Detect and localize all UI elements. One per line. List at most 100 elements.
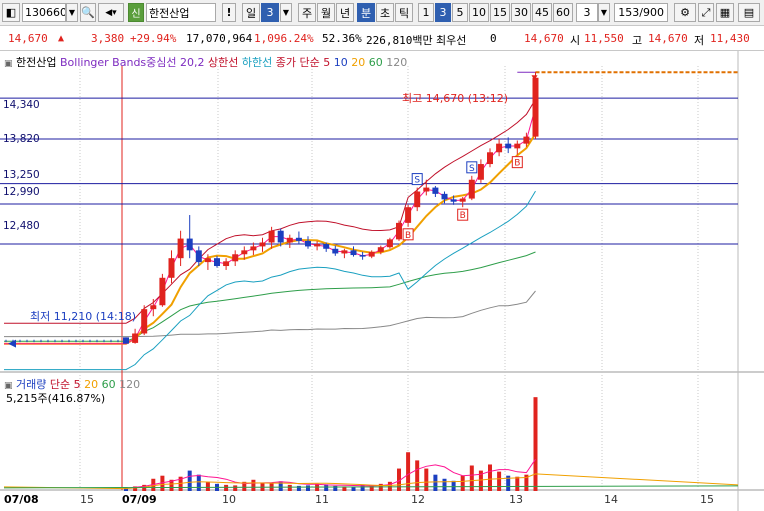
volume-bar bbox=[205, 481, 210, 491]
candle-body bbox=[186, 238, 193, 251]
chart-count-input[interactable]: 3 bbox=[576, 3, 598, 22]
volume-bar bbox=[233, 485, 238, 491]
stock-name-field[interactable]: 한전산업 bbox=[146, 3, 216, 22]
chart-type-icon[interactable]: ▦ bbox=[716, 3, 734, 22]
candle-body bbox=[241, 250, 248, 255]
interval-45-button[interactable]: 45 bbox=[532, 3, 552, 22]
paging-field[interactable]: 153/900 bbox=[614, 3, 668, 22]
candle-body bbox=[286, 237, 293, 243]
candle-body bbox=[341, 250, 348, 254]
period-dropdown-icon[interactable]: ▼ bbox=[280, 3, 292, 22]
candle-body bbox=[487, 152, 493, 165]
search-icon[interactable]: 🔍 bbox=[80, 3, 96, 22]
period-day-button[interactable]: 일 bbox=[242, 3, 260, 22]
candle-body bbox=[377, 247, 384, 252]
level-label-3: 13,250 bbox=[3, 169, 40, 181]
window-settings-icon[interactable]: ▤ bbox=[738, 3, 760, 22]
interval-30-button[interactable]: 30 bbox=[511, 3, 531, 22]
candle-body bbox=[532, 77, 539, 137]
x-label-12: 12 bbox=[411, 493, 425, 506]
volume-current: 5,215주(416.87%) bbox=[6, 392, 106, 405]
legend-ma60: 60 bbox=[368, 56, 383, 69]
interval-1-button[interactable]: 1 bbox=[418, 3, 434, 22]
interval-60-button[interactable]: 60 bbox=[553, 3, 573, 22]
period-count-field[interactable]: 3 bbox=[261, 3, 279, 22]
legend-ma20: 20 bbox=[351, 56, 366, 69]
candle-body bbox=[414, 191, 421, 208]
candle-body bbox=[177, 238, 184, 259]
volume-bar bbox=[469, 465, 474, 491]
level-label-1: 14,340 bbox=[3, 99, 40, 111]
interval-3-button[interactable]: 3 bbox=[435, 3, 451, 22]
low-price: 11,430 bbox=[710, 32, 750, 45]
x-label-11: 11 bbox=[315, 493, 329, 506]
indicator-settings-icon[interactable]: ⚙ bbox=[674, 3, 696, 22]
candle-body bbox=[259, 242, 266, 247]
open-price: 11,550 bbox=[584, 32, 624, 45]
period-week-button[interactable]: 주 bbox=[298, 3, 316, 22]
x-label-0708: 07/08 bbox=[4, 493, 39, 506]
count-dropdown-icon[interactable]: ▼ bbox=[598, 3, 610, 22]
candle-body bbox=[450, 199, 457, 202]
candle-body bbox=[332, 248, 339, 254]
toolbar: ◧ 130660 ▼ 🔍 ◀▾ 신 한전산업 ! 일 3 ▼ 주 월 년 분 초… bbox=[0, 0, 764, 26]
period-second-button[interactable]: 초 bbox=[376, 3, 394, 22]
level-label-2: 13,820 bbox=[3, 133, 40, 145]
quote-bar: 14,670 ▲ 3,380 +29.94% 17,070,964 1,096.… bbox=[0, 27, 764, 51]
price-legend: ▣ 한전산업 Bollinger Bands중심선 20,2 상한선 하한선 종… bbox=[4, 54, 407, 70]
candle-body bbox=[132, 333, 139, 343]
level-label-5: 12,480 bbox=[3, 220, 40, 232]
chart-drawing-icon[interactable]: ⤢ bbox=[698, 3, 714, 22]
candle-body bbox=[350, 250, 357, 256]
warning-button[interactable]: ! bbox=[222, 3, 236, 22]
turnover-ratio: 52.36% bbox=[322, 32, 362, 45]
signal-text: B bbox=[405, 231, 411, 241]
candle-body bbox=[459, 198, 466, 202]
high-label: 고 bbox=[632, 34, 643, 47]
volume-bar bbox=[497, 471, 502, 491]
candle-body bbox=[214, 258, 220, 267]
volume-bar bbox=[433, 474, 438, 491]
signal-text: B bbox=[514, 159, 520, 169]
signal-text: S bbox=[469, 164, 475, 174]
high-annotation: 최고 14,670 (13:12) bbox=[402, 92, 509, 105]
stock-code-input[interactable]: 130660 bbox=[22, 3, 66, 22]
interval-5-button[interactable]: 5 bbox=[452, 3, 468, 22]
candle-body bbox=[268, 230, 275, 243]
period-month-button[interactable]: 월 bbox=[317, 3, 335, 22]
period-tick-button[interactable]: 틱 bbox=[395, 3, 413, 22]
candle-body bbox=[232, 254, 239, 262]
best-bid-value: 0 bbox=[490, 32, 497, 45]
candle-body bbox=[204, 258, 211, 263]
candle-body bbox=[468, 179, 475, 199]
candle-body bbox=[496, 143, 503, 153]
price-change-pct: +29.94% bbox=[130, 32, 177, 45]
interval-10-button[interactable]: 10 bbox=[469, 3, 489, 22]
price-change: 3,380 bbox=[91, 32, 125, 45]
signal-text: B bbox=[460, 211, 466, 221]
volume-ma120: 120 bbox=[119, 378, 141, 391]
candle-body bbox=[477, 164, 484, 180]
trade-amount: 226,810백만 bbox=[366, 34, 433, 47]
candle-body bbox=[159, 277, 166, 306]
legend-ma10: 10 bbox=[333, 56, 348, 69]
candle-body bbox=[514, 143, 521, 149]
candle-body bbox=[386, 239, 393, 248]
code-dropdown-icon[interactable]: ▼ bbox=[66, 3, 78, 22]
period-minute-button[interactable]: 분 bbox=[357, 3, 375, 22]
period-year-button[interactable]: 년 bbox=[336, 3, 354, 22]
menu-icon[interactable]: ◧ bbox=[2, 3, 20, 22]
interval-15-button[interactable]: 15 bbox=[490, 3, 510, 22]
volume-bar bbox=[251, 479, 256, 491]
x-label-15a: 15 bbox=[80, 493, 94, 506]
candle-body bbox=[405, 207, 412, 223]
settings-dot-icon[interactable]: ▣ bbox=[4, 59, 13, 69]
x-label-10: 10 bbox=[222, 493, 236, 506]
price-chart[interactable]: B S B S B bbox=[0, 51, 764, 511]
volume-bar bbox=[451, 480, 456, 491]
speaker-icon[interactable]: ◀▾ bbox=[98, 3, 124, 22]
candle-body bbox=[250, 246, 257, 251]
volume-bar bbox=[224, 484, 229, 491]
candle-body bbox=[441, 193, 448, 200]
best-bid-label: 최우선 bbox=[436, 34, 467, 47]
